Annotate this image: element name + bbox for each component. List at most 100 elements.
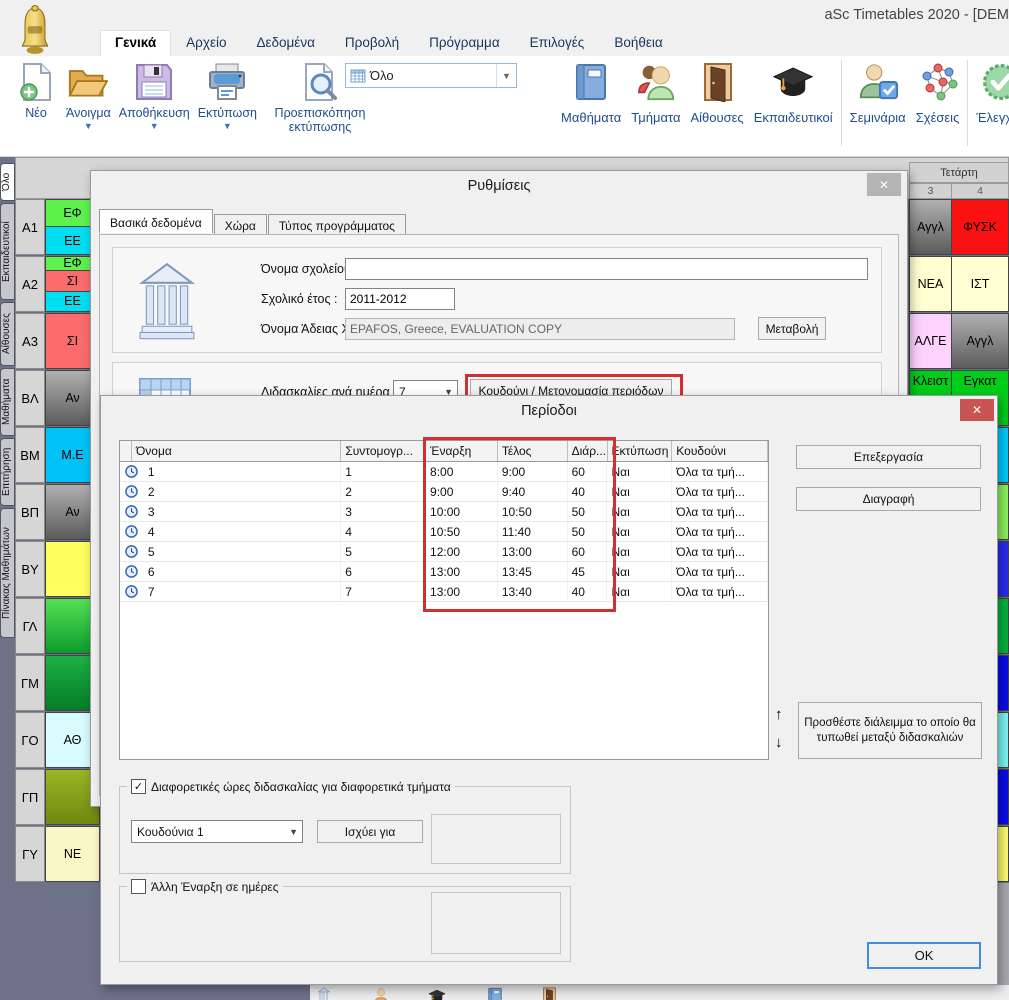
toolbar-button[interactable]: Μαθήματα [556, 60, 626, 127]
column-header[interactable]: Διάρ... [568, 441, 608, 461]
bells-select[interactable]: Κουδούνια 1 ▼ [131, 820, 303, 843]
class-row-header[interactable]: ΓΥ [15, 826, 45, 882]
period-duration-cell: 60 [568, 542, 608, 561]
class-row-header[interactable]: ΒΠ [15, 484, 45, 540]
lesson-cell[interactable]: ΝΕ [46, 827, 99, 881]
column-header[interactable]: Συντομογρ... [341, 441, 426, 461]
class-row-header[interactable]: ΓΜ [15, 655, 45, 711]
other-start-checkbox[interactable] [131, 879, 146, 894]
toolbar-button[interactable]: Αίθουσες [685, 60, 748, 127]
sidebar-tab-2[interactable]: Εκπαιδευτικοί [0, 203, 15, 300]
menu-bar: ΓενικάΑρχείοΔεδομέναΠροβολήΠρόγραμμαΕπιλ… [100, 30, 678, 56]
class-row-header[interactable]: ΒΥ [15, 541, 45, 597]
class-row-header[interactable]: A3 [15, 313, 45, 369]
table-row[interactable]: 5512:0013:0060ΝαιΌλα τα τμή... [120, 542, 768, 562]
header-lead-cell[interactable] [120, 441, 132, 461]
add-break-button[interactable]: Προσθέστε διάλειμμα το οποίο θα τυπωθεί … [798, 702, 982, 759]
class-row-header[interactable]: A1 [15, 199, 45, 255]
applies-to-button[interactable]: Ισχύει για [317, 820, 423, 843]
class-row-header[interactable]: ΒΜ [15, 427, 45, 483]
school-year-input[interactable] [345, 288, 455, 310]
dropdown-caret-icon[interactable]: ▼ [150, 122, 159, 131]
table-row[interactable]: 229:009:4040ΝαιΌλα τα τμή... [120, 482, 768, 502]
graduation-cap-icon [772, 62, 814, 107]
column-header[interactable]: Εκτύπωση [608, 441, 673, 461]
toolbar-button[interactable]: Νέο [10, 60, 62, 122]
move-up-icon[interactable]: ↑ [775, 706, 783, 723]
dropdown-caret-icon[interactable]: ▼ [223, 122, 232, 131]
different-hours-subframe [431, 814, 561, 864]
settings-tab-2[interactable]: Χώρα [214, 214, 267, 236]
move-down-icon[interactable]: ↓ [775, 734, 783, 751]
lesson-cell[interactable]: Αγγλ [951, 313, 1009, 369]
ok-button[interactable]: OK [867, 942, 981, 969]
sidebar-tab-5[interactable]: Επιτήρηση [0, 438, 15, 506]
menu-item-5[interactable]: Πρόγραμμα [414, 30, 515, 56]
change-license-button[interactable]: Μεταβολή [758, 317, 826, 340]
close-icon[interactable]: ✕ [867, 173, 901, 196]
different-hours-label: Διαφορετικές ώρες διδασκαλίας για διαφορ… [151, 780, 451, 794]
table-row[interactable]: 3310:0010:5050ΝαιΌλα τα τμή... [120, 502, 768, 522]
school-year-label: Σχολικό έτος : [261, 292, 337, 306]
menu-item-3[interactable]: Δεδομένα [241, 30, 329, 56]
settings-tab-1[interactable]: Βασικά δεδομένα [99, 209, 213, 233]
delete-button[interactable]: Διαγραφή [796, 487, 981, 511]
timetable-cell[interactable]: ΝΕ [45, 826, 100, 882]
toolbar-button-label: Άνοιγμα [66, 106, 111, 120]
other-start-checkbox-row[interactable]: Άλλη Έναρξη σε ημέρες [127, 879, 283, 894]
school-name-input[interactable] [345, 258, 868, 280]
settings-tab-3[interactable]: Τύπος προγράμματος [268, 214, 406, 236]
toolbar-button[interactable]: Εκπαιδευτικοί [749, 60, 838, 127]
dropdown-caret-icon[interactable]: ▼ [84, 122, 93, 131]
menu-item-2[interactable]: Αρχείο [171, 30, 241, 56]
column-header[interactable]: Όνομα [132, 441, 341, 461]
toolbar-button[interactable]: Έλεγχος [971, 60, 1009, 127]
class-row-header[interactable]: ΓΟ [15, 712, 45, 768]
toolbar-button-label: Σεμινάρια [850, 110, 906, 125]
lesson-cell[interactable]: Αγγλ [909, 199, 952, 255]
sidebar-tab-6[interactable]: Πίνακας Μαθημάτων [0, 508, 15, 638]
sidebar-tab-4[interactable]: Μαθήματα [0, 368, 15, 436]
period-abbr-cell: 7 [341, 582, 426, 601]
class-row-header[interactable]: ΒΛ [15, 370, 45, 426]
toolbar-button[interactable]: Σχέσεις [911, 60, 965, 127]
period-print-cell: Ναι [607, 582, 672, 601]
period-number-header: 3 [909, 183, 952, 199]
table-row[interactable]: 6613:0013:4545ΝαιΌλα τα τμή... [120, 562, 768, 582]
toolbar-button[interactable]: Σεμινάρια [845, 60, 911, 127]
chevron-down-icon[interactable]: ▼ [496, 64, 516, 87]
different-hours-checkbox-row[interactable]: Διαφορετικές ώρες διδασκαλίας για διαφορ… [127, 779, 455, 794]
column-header[interactable]: Έναρξη [426, 441, 498, 461]
menu-item-4[interactable]: Προβολή [330, 30, 414, 56]
table-row[interactable]: 4410:5011:4050ΝαιΌλα τα τμή... [120, 522, 768, 542]
different-hours-checkbox[interactable] [131, 779, 146, 794]
lesson-cell[interactable]: ΑΛΓΕ [909, 313, 952, 369]
column-header[interactable]: Τέλος [498, 441, 568, 461]
period-end-cell: 9:00 [498, 462, 568, 481]
title-bar: aSc Timetables 2020 - [DEM [0, 0, 1009, 30]
class-row-header[interactable]: ΓΠ [15, 769, 45, 825]
sidebar-tab-3[interactable]: Αίθουσες [0, 302, 15, 366]
table-grid-icon [350, 68, 366, 84]
lesson-cell[interactable]: ΦΥΣΚ [951, 199, 1009, 255]
view-selector-combo[interactable]: Όλο ▼ [345, 63, 517, 88]
close-icon[interactable]: ✕ [960, 399, 994, 421]
table-row[interactable]: 118:009:0060ΝαιΌλα τα τμή... [120, 462, 768, 482]
toolbar-button-label: Προεπισκόπηση εκτύπωσης [265, 106, 375, 135]
menu-item-1[interactable]: Γενικά [100, 30, 171, 56]
check-seal-icon [980, 62, 1009, 107]
toolbar-button[interactable]: Άνοιγμα ▼ [62, 60, 115, 133]
toolbar-button[interactable]: Τμήματα [626, 60, 685, 127]
toolbar-button[interactable]: Εκτύπωση▼ [194, 60, 261, 133]
class-row-header[interactable]: A2 [15, 256, 45, 312]
edit-button[interactable]: Επεξεργασία [796, 445, 981, 469]
menu-item-7[interactable]: Βοήθεια [599, 30, 677, 56]
lesson-cell[interactable]: ΙΣΤ [951, 256, 1009, 312]
class-row-header[interactable]: ΓΛ [15, 598, 45, 654]
table-row[interactable]: 7713:0013:4040ΝαιΌλα τα τμή... [120, 582, 768, 602]
column-header[interactable]: Κουδούνι [672, 441, 768, 461]
lesson-cell[interactable]: ΝΕΑ [909, 256, 952, 312]
sidebar-tab-1[interactable]: Όλο [0, 163, 15, 201]
toolbar-button[interactable]: Αποθήκευση▼ [115, 60, 194, 133]
menu-item-6[interactable]: Επιλογές [515, 30, 600, 56]
